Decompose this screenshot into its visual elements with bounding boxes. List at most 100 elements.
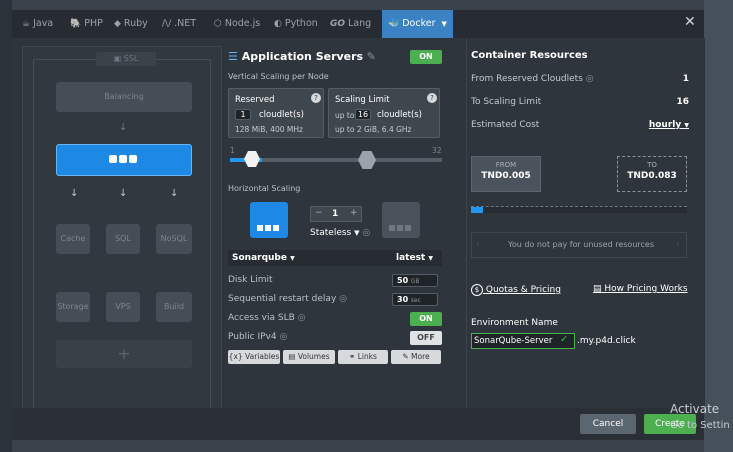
- python-icon: ◐: [274, 19, 282, 29]
- build-node[interactable]: Build: [156, 292, 192, 322]
- scaling-limit-label: To Scaling Limit: [471, 97, 542, 107]
- quotas-pricing-link[interactable]: $ Quotas & Pricing: [471, 284, 561, 296]
- cost-bar-track: [471, 206, 687, 213]
- scaling-limit-input[interactable]: 16: [355, 109, 371, 120]
- sql-node[interactable]: SQL: [106, 224, 140, 254]
- application-servers-toggle[interactable]: ON: [410, 50, 442, 64]
- disk-limit-input[interactable]: 50 GB: [392, 274, 438, 287]
- add-layer-button[interactable]: +: [56, 340, 192, 368]
- environment-name-label: Environment Name: [471, 318, 558, 328]
- tab-docker[interactable]: 🐳 Docker ▼: [382, 10, 453, 38]
- image-row: Sonarqube ▼ latest ▼: [228, 250, 442, 266]
- reserved-cloudlets-value: 1: [682, 74, 689, 84]
- cache-node[interactable]: Cache: [56, 224, 90, 254]
- cloudlet-slider-track[interactable]: [230, 158, 442, 162]
- limit-specs: 2 GiB, 6.4 GHz: [356, 125, 412, 134]
- reserved-unit: cloudlet(s): [259, 110, 305, 120]
- application-servers-title: ☰ Application Servers ✎: [228, 50, 376, 63]
- go-icon: GO: [330, 19, 346, 29]
- reserved-box: Reserved ? 1 cloudlet(s) 128 MiB, 400 MH…: [228, 88, 324, 138]
- arrow-down-icon: ↓: [170, 188, 179, 199]
- help-icon: ◎: [362, 228, 371, 238]
- storage-node[interactable]: Storage: [56, 292, 90, 322]
- chevron-down-icon[interactable]: ▼: [441, 20, 446, 28]
- chevron-down-icon: ▼: [290, 255, 295, 262]
- tab-java[interactable]: ☕ Java: [22, 10, 53, 38]
- help-icon[interactable]: ?: [311, 93, 321, 103]
- nodejs-icon: ⬡: [214, 19, 222, 29]
- help-icon[interactable]: ?: [427, 93, 437, 103]
- ssl-toggle[interactable]: ▣ SSL: [96, 52, 156, 66]
- limit-prefix: up to: [335, 111, 355, 120]
- links-button[interactable]: ⚭ Links: [338, 350, 388, 364]
- wrench-icon: ✎: [402, 352, 412, 361]
- how-pricing-works-link[interactable]: ▤ How Pricing Works: [593, 284, 688, 294]
- arrow-down-icon: ↓: [70, 188, 79, 199]
- tab-nodejs[interactable]: ⬡ Node.js: [214, 10, 260, 38]
- cost-period-dropdown[interactable]: hourly ▼: [627, 120, 689, 130]
- close-icon[interactable]: ✕: [684, 14, 696, 30]
- help-icon: ◎: [297, 313, 306, 323]
- reserved-title: Reserved: [235, 95, 275, 105]
- arrow-down-icon: ↓: [119, 188, 128, 199]
- tab-go[interactable]: GO Lang: [330, 10, 371, 38]
- variables-icon: {x}: [228, 352, 246, 361]
- from-label: FROM: [495, 161, 517, 169]
- edit-icon[interactable]: ✎: [363, 50, 376, 63]
- to-label: TO: [647, 161, 657, 169]
- chevron-left-icon: ‹: [476, 239, 480, 249]
- container-resources-pane: Container Resources From Reserved Cloudl…: [466, 38, 705, 408]
- cost-bar-fill: [471, 207, 483, 213]
- limit-slider-handle[interactable]: [358, 151, 376, 169]
- tab-dotnet[interactable]: /\/.NET: [162, 10, 196, 38]
- decrement-button[interactable]: −: [315, 208, 323, 218]
- reserved-cloudlets-input[interactable]: 1: [235, 109, 251, 120]
- variables-button[interactable]: {x} Variables: [228, 350, 280, 364]
- estimated-cost-label: Estimated Cost: [471, 120, 540, 130]
- reserved-slider-handle[interactable]: [244, 151, 260, 167]
- application-servers-node[interactable]: [56, 144, 192, 176]
- slb-toggle[interactable]: ON: [410, 312, 442, 326]
- ipv4-label: Public IPv4 ◎: [228, 332, 288, 342]
- environment-wizard-dialog: ☕ Java 🐘 PHP ◆ Ruby /\/.NET ⬡ Node.js ◐ Pytho…: [12, 10, 705, 440]
- tab-php[interactable]: 🐘 PHP: [70, 10, 103, 38]
- chevron-down-icon: ▼: [354, 229, 360, 237]
- node-blocks-icon: [109, 155, 137, 165]
- balancing-node[interactable]: Balancing: [56, 82, 192, 112]
- restart-delay-input[interactable]: 30 sec: [392, 293, 438, 306]
- scaling-limit-title: Scaling Limit: [335, 95, 390, 105]
- environment-domain: .my.p4d.click: [577, 336, 636, 346]
- stateless-dropdown[interactable]: Stateless ▼ ◎: [310, 228, 370, 238]
- arrow-down-icon: ↓: [119, 122, 128, 133]
- node-count-stepper[interactable]: − 1 +: [310, 206, 362, 222]
- vps-node[interactable]: VPS: [106, 292, 140, 322]
- dialog-footer: Cancel Create: [12, 408, 704, 440]
- scaling-limit-value: 16: [676, 97, 689, 107]
- reserved-specs: 128 MiB, 400 MHz: [235, 125, 303, 134]
- inactive-node-icon: [382, 202, 420, 238]
- ruby-icon: ◆: [114, 19, 121, 29]
- from-value: TND0.005: [481, 171, 531, 181]
- environment-name-input[interactable]: SonarQube-Server ✓: [471, 333, 575, 349]
- unused-resources-box: ‹ You do not pay for unused resources ›: [471, 232, 687, 258]
- container-resources-title: Container Resources: [471, 50, 588, 61]
- java-icon: ☕: [22, 19, 31, 29]
- ipv4-toggle[interactable]: OFF: [410, 331, 442, 345]
- tab-python[interactable]: ◐ Python: [274, 10, 318, 38]
- volumes-button[interactable]: ▤ Volumes: [283, 350, 335, 364]
- vertical-scaling-label: Vertical Scaling per Node: [228, 72, 329, 81]
- background-right-strip: [704, 0, 733, 452]
- disk-limit-label: Disk Limit: [228, 275, 273, 285]
- link-icon: ⚭: [349, 352, 358, 361]
- cancel-button[interactable]: Cancel: [580, 414, 636, 434]
- tab-ruby[interactable]: ◆ Ruby: [114, 10, 148, 38]
- more-button[interactable]: ✎ More: [391, 350, 441, 364]
- from-price-box: FROM TND0.005: [471, 156, 541, 192]
- to-value: TND0.083: [627, 171, 677, 181]
- document-icon: ▤: [593, 284, 602, 294]
- tag-dropdown[interactable]: latest ▼: [396, 253, 433, 263]
- increment-button[interactable]: +: [350, 208, 358, 218]
- help-icon: ◎: [339, 294, 348, 304]
- image-dropdown[interactable]: Sonarqube ▼: [232, 253, 295, 263]
- nosql-node[interactable]: NoSQL: [156, 224, 192, 254]
